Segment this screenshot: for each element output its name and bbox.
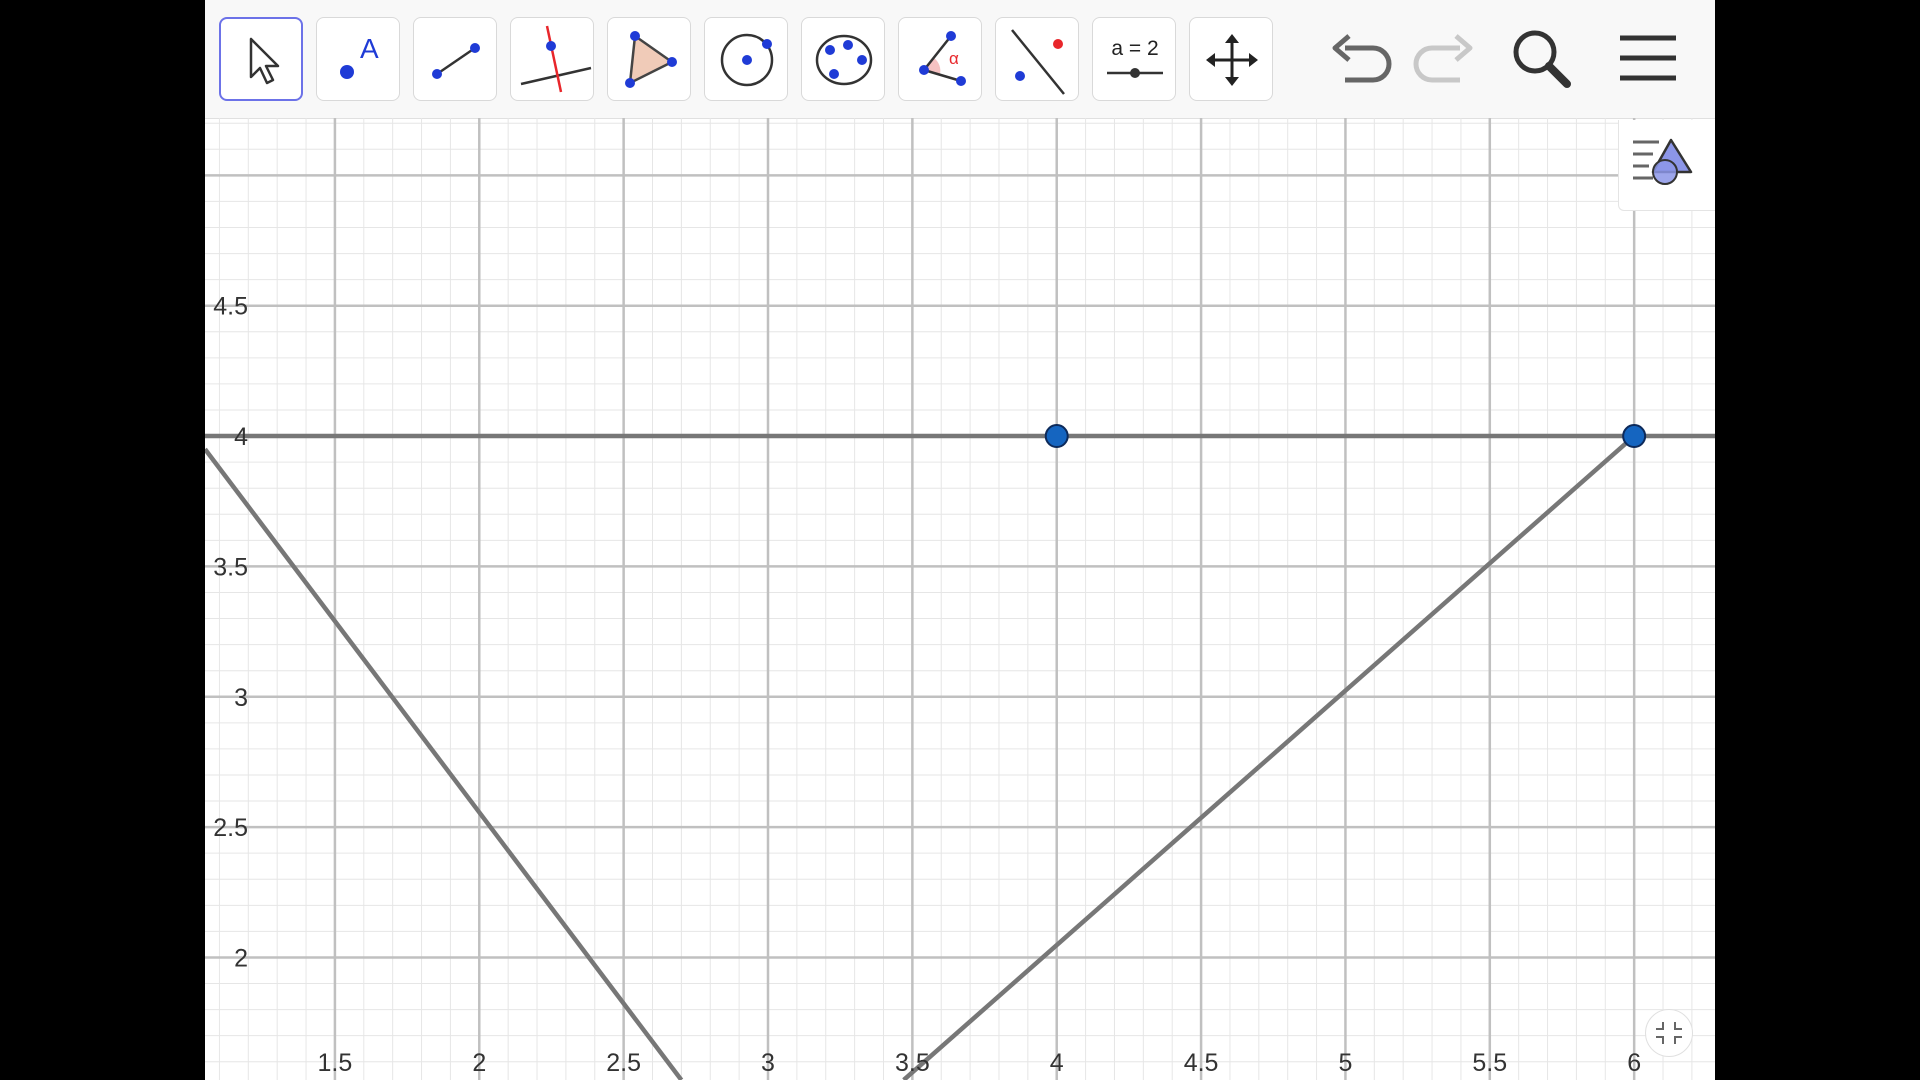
redo-icon (1413, 34, 1473, 83)
style-bar-icon (1633, 138, 1693, 185)
point-tool-label: A (360, 33, 379, 64)
graphics-view[interactable]: 1.5 2 2.5 3 3.5 4 4.5 5 5.5 6 2 2.5 3 3.5 4 4.5 (205, 118, 1715, 1080)
segment-tool[interactable] (413, 17, 497, 101)
move-graphics-view-tool[interactable] (1189, 17, 1273, 101)
y-tick-label: 4 (234, 423, 248, 451)
angle-tool[interactable]: α (898, 17, 982, 101)
slider-icon: a = 2 (1107, 37, 1163, 78)
geogebra-app: A α a = 2 1.5 2 2.5 3 3.5 4 4.5 5 5.5 6 … (205, 0, 1715, 1080)
main-menu-button[interactable] (1612, 22, 1682, 94)
x-tick-label: 4 (1050, 1049, 1064, 1077)
exit-fullscreen-button[interactable] (1645, 1009, 1693, 1057)
conic-icon (815, 34, 873, 86)
perpendicular-line-icon (520, 25, 592, 93)
x-tick-label: 3.5 (895, 1049, 930, 1077)
y-axis-tick-labels: 2 2.5 3 3.5 4 4.5 (213, 293, 248, 973)
polygon-icon (625, 31, 677, 88)
x-tick-label: 6 (1627, 1049, 1641, 1077)
angle-icon: α (919, 31, 966, 86)
major-grid (205, 118, 1715, 1080)
hamburger-menu-icon (1620, 35, 1676, 81)
slider-tool-label: a = 2 (1111, 37, 1158, 60)
polygon-tool[interactable] (607, 17, 691, 101)
exit-fullscreen-icon (1656, 1022, 1682, 1044)
point-icon: A (340, 33, 379, 79)
circle-icon (720, 33, 774, 87)
x-tick-label: 3 (761, 1049, 775, 1077)
x-axis-tick-labels: 1.5 2 2.5 3 3.5 4 4.5 5 5.5 6 (318, 1049, 1642, 1077)
search-button[interactable] (1505, 22, 1575, 94)
left-descending-line (205, 447, 684, 1080)
slider-tool[interactable]: a = 2 (1092, 17, 1176, 101)
point[interactable] (1044, 424, 1069, 449)
search-icon (1513, 30, 1571, 88)
y-tick-label: 2.5 (213, 814, 248, 842)
y-tick-label: 3.5 (213, 553, 248, 581)
cursor-arrow-icon (249, 37, 280, 85)
point-tool[interactable]: A (316, 17, 400, 101)
x-tick-label: 2 (472, 1049, 486, 1077)
x-tick-label: 2.5 (606, 1049, 641, 1077)
segment-icon (432, 43, 480, 79)
conic-five-points-tool[interactable] (801, 17, 885, 101)
reflect-icon (1011, 29, 1065, 95)
move-arrows-icon (1206, 34, 1258, 86)
point[interactable] (1622, 424, 1647, 449)
undo-button[interactable] (1327, 22, 1397, 94)
style-bar-toggle-button[interactable] (1618, 120, 1715, 211)
x-tick-label: 4.5 (1184, 1049, 1219, 1077)
x-tick-label: 1.5 (318, 1049, 353, 1077)
redo-button[interactable] (1408, 22, 1478, 94)
perpendicular-line-tool[interactable] (510, 17, 594, 101)
angle-tool-label: α (949, 49, 959, 68)
move-tool[interactable] (219, 17, 303, 101)
coordinate-plane[interactable]: 1.5 2 2.5 3 3.5 4 4.5 5 5.5 6 2 2.5 3 3.5 4 4.5 (205, 118, 1715, 1080)
x-tick-label: 5.5 (1472, 1049, 1507, 1077)
minor-grid (205, 118, 1715, 1080)
undo-icon (1332, 34, 1392, 83)
circle-center-point-tool[interactable] (704, 17, 788, 101)
y-tick-label: 3 (234, 684, 248, 712)
y-tick-label: 2 (234, 944, 248, 972)
y-tick-label: 4.5 (213, 293, 248, 321)
toolbar: A α a = 2 (205, 0, 1715, 119)
reflect-about-line-tool[interactable] (995, 17, 1079, 101)
x-tick-label: 5 (1338, 1049, 1352, 1077)
